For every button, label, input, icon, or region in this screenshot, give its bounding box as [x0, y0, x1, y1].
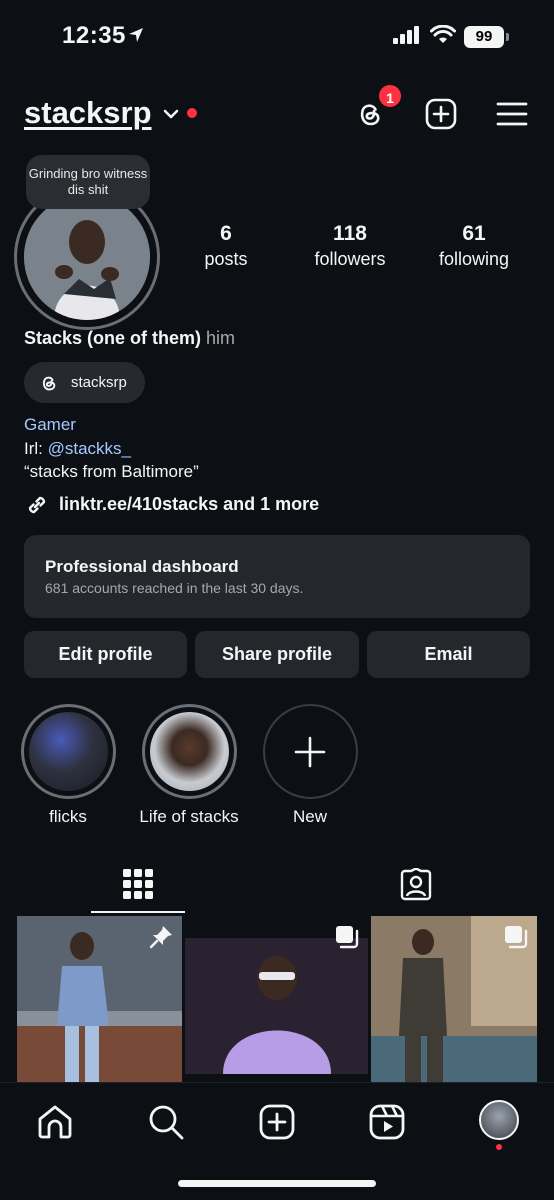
threads-small-icon [42, 376, 56, 391]
threads-handle: stacksrp [71, 374, 127, 391]
dashboard-title: Professional dashboard [45, 557, 239, 576]
new-highlight-ring [262, 704, 358, 799]
home-icon[interactable] [36, 1103, 74, 1141]
highlight-label: Life of stacks [139, 807, 239, 826]
highlight-label: flicks [49, 807, 87, 826]
stat-posts[interactable]: 6 posts [166, 222, 286, 270]
highlight-ring [20, 704, 116, 799]
profile-note-bubble[interactable]: Grinding bro witness dis shit [26, 155, 150, 209]
link-icon [28, 496, 46, 514]
profile-link-text: linktr.ee/410stacks and 1 more [59, 494, 320, 514]
edit-profile-button[interactable]: Edit profile [24, 631, 187, 678]
carousel-icon [505, 926, 528, 949]
profile-category: Gamer [24, 415, 76, 434]
wifi-icon [430, 25, 456, 43]
post-thumbnail-pinned[interactable] [17, 916, 182, 1082]
share-profile-button[interactable]: Share profile [195, 631, 359, 678]
cellular-signal-icon [393, 26, 419, 44]
stat-following[interactable]: 61 following [414, 222, 534, 270]
profile-header: stacksrp 1 [0, 83, 554, 145]
bio-line-1: Irl: @stackks_ [24, 439, 131, 459]
reels-icon[interactable] [368, 1103, 406, 1141]
bio-line-2: “stacks from Baltimore” [24, 462, 199, 481]
highlight-ring [141, 704, 237, 799]
highlight-life-of-stacks[interactable]: Life of stacks [129, 704, 249, 827]
chevron-down-icon[interactable] [162, 105, 180, 123]
stat-followers-count: 118 [333, 222, 367, 245]
dashboard-subtitle: 681 accounts reached in the last 30 days… [45, 580, 304, 596]
account-notification-dot [187, 108, 197, 118]
stat-following-label: following [438, 249, 510, 269]
location-arrow-icon [129, 28, 143, 42]
tagged-icon [400, 868, 431, 901]
display-name-row: Stacks (one of them) him [24, 328, 235, 349]
stat-followers-label: followers [314, 249, 386, 269]
username-switcher[interactable]: stacksrp [24, 95, 152, 131]
tab-tagged[interactable] [277, 862, 554, 914]
display-name: Stacks (one of them) [24, 328, 202, 348]
highlight-cover [28, 712, 108, 791]
threads-profile-link[interactable]: stacksrp [24, 362, 145, 403]
plus-icon [294, 736, 326, 767]
new-post-icon[interactable] [424, 97, 458, 131]
bio-mention-link[interactable]: @stackks_ [48, 439, 131, 458]
email-button[interactable]: Email [367, 631, 530, 678]
pronouns: him [206, 328, 236, 348]
stat-following-count: 61 [462, 222, 486, 245]
professional-dashboard[interactable]: Professional dashboard 681 accounts reac… [24, 535, 530, 618]
status-bar: 12:35 99 [0, 0, 554, 70]
highlight-cover [149, 712, 229, 791]
highlight-new[interactable]: New [250, 704, 370, 827]
active-tab-indicator [91, 911, 185, 913]
profile-tab-avatar[interactable] [479, 1100, 519, 1140]
post-thumbnail[interactable] [371, 916, 537, 1082]
carousel-icon [336, 926, 359, 949]
bio-prefix: Irl: [24, 439, 48, 458]
battery-indicator: 99 [464, 26, 504, 48]
stat-posts-label: posts [204, 249, 248, 269]
grid-icon [123, 869, 153, 899]
threads-notification-badge: 1 [377, 83, 403, 109]
profile-tab-notification-dot [496, 1144, 502, 1150]
profile-avatar[interactable] [24, 194, 150, 320]
status-time: 12:35 [62, 22, 126, 49]
stat-followers[interactable]: 118 followers [290, 222, 410, 270]
highlight-label: New [292, 807, 327, 826]
home-indicator[interactable] [178, 1180, 376, 1187]
stat-posts-count: 6 [220, 222, 232, 245]
battery-cap [506, 33, 509, 41]
create-icon[interactable] [258, 1103, 296, 1141]
tab-posts-grid[interactable] [0, 862, 277, 914]
highlight-flicks[interactable]: flicks [8, 704, 128, 827]
menu-icon[interactable] [495, 97, 529, 131]
post-thumbnail[interactable] [185, 916, 368, 1082]
search-icon[interactable] [147, 1103, 185, 1141]
pin-icon [149, 926, 172, 949]
